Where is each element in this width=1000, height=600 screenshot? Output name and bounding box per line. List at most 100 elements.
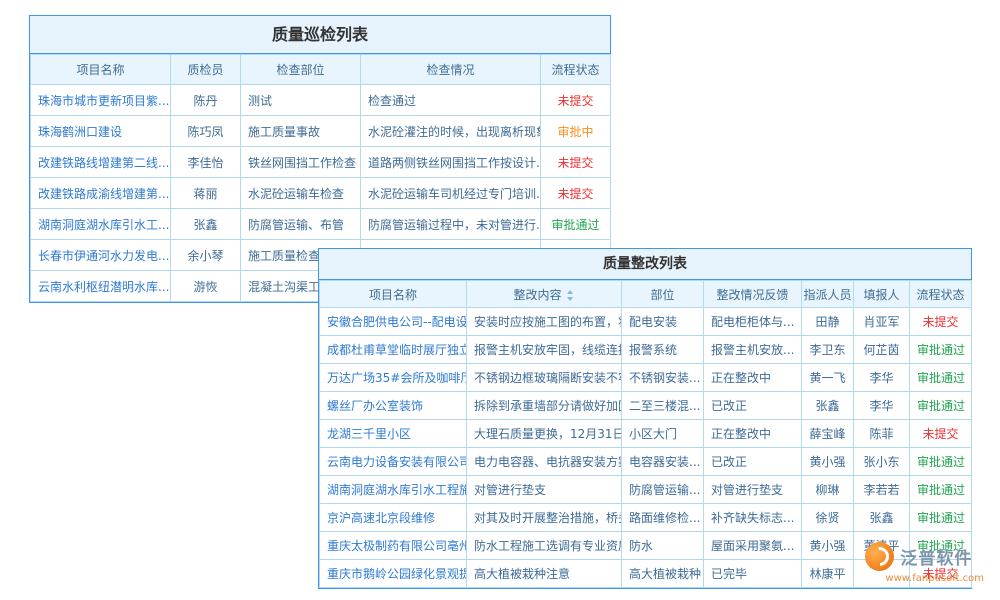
cell-content: 对其及时开展整治措施，桥头... [467, 504, 622, 532]
cell-project[interactable]: 京沪高速北京段维修 [320, 504, 467, 532]
cell-status[interactable]: 未提交 [910, 308, 972, 336]
cell-feedback: 配电柜柜体与... [704, 308, 802, 336]
table-row[interactable]: 湖南洞庭湖水库引水工程施工...对管进行垫支防腐管运输...对管进行垫支柳琳李若… [320, 476, 972, 504]
cell-status[interactable]: 未提交 [541, 178, 611, 209]
table-row[interactable]: 云南电力设备安装有限公司20...电力电容器、电抗器安装方案,...电容器安装.… [320, 448, 972, 476]
cell-project[interactable]: 万达广场35#会所及咖啡厅空... [320, 364, 467, 392]
cell-project[interactable]: 螺丝厂办公室装饰 [320, 392, 467, 420]
cell-project[interactable]: 重庆太极制药有限公司亳州中... [320, 532, 467, 560]
cell-project[interactable]: 湖南洞庭湖水库引水工... [31, 209, 171, 240]
column-header[interactable]: 检查情况 [361, 55, 541, 85]
table-row[interactable]: 改建铁路线增建第二线...李佳怡铁丝网围挡工作检查道路两侧铁丝网围挡工作按设计.… [31, 147, 611, 178]
cell-project[interactable]: 重庆市鹅岭公园绿化景观提升... [320, 560, 467, 588]
cell-project[interactable]: 安徽合肥供电公司--配电设备... [320, 308, 467, 336]
cell-project[interactable]: 改建铁路成渝线增建第... [31, 178, 171, 209]
cell-project[interactable]: 珠海鹤洲口建设 [31, 116, 171, 147]
cell-part: 防水 [622, 532, 704, 560]
cell-status[interactable]: 未提交 [541, 85, 611, 116]
table-row[interactable]: 珠海市城市更新项目紫...陈丹测试检查通过未提交 [31, 85, 611, 116]
cell-feedback: 正在整改中 [704, 364, 802, 392]
column-header-label: 项目名称 [369, 288, 417, 302]
column-header[interactable]: 检查部位 [241, 55, 361, 85]
cell-assignee: 黄一飞 [802, 364, 854, 392]
cell-inspector: 张鑫 [171, 209, 241, 240]
cell-inspector: 陈巧凤 [171, 116, 241, 147]
column-header[interactable]: 流程状态 [541, 55, 611, 85]
column-header[interactable]: 质检员 [171, 55, 241, 85]
cell-status[interactable]: 审批通过 [910, 364, 972, 392]
cell-status[interactable]: 审批通过 [910, 476, 972, 504]
cell-project[interactable]: 云南水利枢纽潜明水库... [31, 271, 171, 302]
cell-reporter: 肖亚军 [854, 308, 910, 336]
cell-reporter: 何芷茵 [854, 336, 910, 364]
cell-inspector: 余小琴 [171, 240, 241, 271]
cell-reporter: 张鑫 [854, 504, 910, 532]
cell-assignee: 黄小强 [802, 448, 854, 476]
fanpusoft-logo[interactable]: 泛普软件 www.fanpusoft.com [865, 542, 984, 584]
cell-status[interactable]: 审批中 [541, 116, 611, 147]
column-header-label: 整改情况反馈 [716, 288, 788, 302]
column-header[interactable]: 项目名称 [31, 55, 171, 85]
column-header-label: 填报人 [863, 288, 899, 302]
cell-status[interactable]: 审批通过 [910, 504, 972, 532]
inspection-panel-title: 质量巡检列表 [30, 16, 610, 54]
cell-status[interactable]: 审批通过 [910, 448, 972, 476]
table-row[interactable]: 湖南洞庭湖水库引水工...张鑫防腐管运输、布管防腐管运输过程中，未对管进行...… [31, 209, 611, 240]
column-header[interactable]: 指派人员 [802, 281, 854, 308]
cell-project[interactable]: 长春市伊通河水力发电... [31, 240, 171, 271]
cell-part: 高大植被栽种 [622, 560, 704, 588]
cell-feedback: 已完毕 [704, 560, 802, 588]
cell-project[interactable]: 湖南洞庭湖水库引水工程施工... [320, 476, 467, 504]
sort-icon[interactable] [566, 290, 575, 301]
column-header-label: 流程状态 [551, 63, 599, 77]
cell-content: 防水工程施工选调有专业资质... [467, 532, 622, 560]
column-header[interactable]: 流程状态 [910, 281, 972, 308]
table-row[interactable]: 改建铁路成渝线增建第...蒋丽水泥砼运输车检查水泥砼运输车司机经过专门培训...… [31, 178, 611, 209]
cell-feedback: 已改正 [704, 448, 802, 476]
column-header[interactable]: 整改情况反馈 [704, 281, 802, 308]
cell-part: 报警系统 [622, 336, 704, 364]
cell-assignee: 张鑫 [802, 392, 854, 420]
cell-inspector: 蒋丽 [171, 178, 241, 209]
cell-content: 不锈钢边框玻璃隔断安装不牢... [467, 364, 622, 392]
cell-status[interactable]: 审批通过 [910, 392, 972, 420]
header-row: 项目名称质检员 检查部位 检查情况 流程状态 [31, 55, 611, 85]
cell-project[interactable]: 珠海市城市更新项目紫... [31, 85, 171, 116]
cell-part: 不锈钢安装... [622, 364, 704, 392]
cell-inspector: 陈丹 [171, 85, 241, 116]
cell-feedback: 报警主机安放... [704, 336, 802, 364]
cell-project[interactable]: 云南电力设备安装有限公司20... [320, 448, 467, 476]
column-header-label: 检查部位 [276, 63, 324, 77]
cell-part: 施工质量事故 [241, 116, 361, 147]
cell-project[interactable]: 龙湖三千里小区 [320, 420, 467, 448]
cell-project[interactable]: 改建铁路线增建第二线... [31, 147, 171, 178]
cell-content: 对管进行垫支 [467, 476, 622, 504]
cell-project[interactable]: 成都杜甫草堂临时展厅独立展... [320, 336, 467, 364]
table-row[interactable]: 安徽合肥供电公司--配电设备...安装时应按施工图的布置，将...配电安装配电柜… [320, 308, 972, 336]
cell-inspector: 李佳怡 [171, 147, 241, 178]
table-row[interactable]: 龙湖三千里小区大理石质量更换，12月31日之...小区大门正在整改中薛宝峰陈菲未… [320, 420, 972, 448]
cell-part: 二至三楼混... [622, 392, 704, 420]
column-header[interactable]: 整改内容 [467, 281, 622, 308]
cell-content: 安装时应按施工图的布置，将... [467, 308, 622, 336]
table-row[interactable]: 万达广场35#会所及咖啡厅空...不锈钢边框玻璃隔断安装不牢...不锈钢安装..… [320, 364, 972, 392]
cell-status[interactable]: 审批通过 [910, 336, 972, 364]
table-row[interactable]: 京沪高速北京段维修对其及时开展整治措施，桥头...路面维修检...补齐缺失标志.… [320, 504, 972, 532]
cell-part: 路面维修检... [622, 504, 704, 532]
column-header[interactable]: 项目名称 [320, 281, 467, 308]
logo-row: 泛普软件 [865, 542, 984, 571]
column-header-label: 指派人员 [803, 288, 851, 302]
table-row[interactable]: 成都杜甫草堂临时展厅独立展...报警主机安放牢固，线缆连接...报警系统报警主机… [320, 336, 972, 364]
cell-status[interactable]: 未提交 [910, 420, 972, 448]
cell-part: 防腐管运输... [622, 476, 704, 504]
rectification-panel-title: 质量整改列表 [319, 249, 971, 280]
logo-url[interactable]: www.fanpusoft.com [865, 573, 984, 584]
cell-status[interactable]: 未提交 [541, 147, 611, 178]
column-header-label: 检查情况 [426, 63, 474, 77]
cell-part: 防腐管运输、布管 [241, 209, 361, 240]
column-header[interactable]: 填报人 [854, 281, 910, 308]
cell-status[interactable]: 审批通过 [541, 209, 611, 240]
table-row[interactable]: 螺丝厂办公室装饰拆除到承重墙部分请做好加固...二至三楼混...已改正张鑫李华审… [320, 392, 972, 420]
column-header[interactable]: 部位 [622, 281, 704, 308]
table-row[interactable]: 珠海鹤洲口建设陈巧凤施工质量事故水泥砼灌注的时候，出现离析现象审批中 [31, 116, 611, 147]
